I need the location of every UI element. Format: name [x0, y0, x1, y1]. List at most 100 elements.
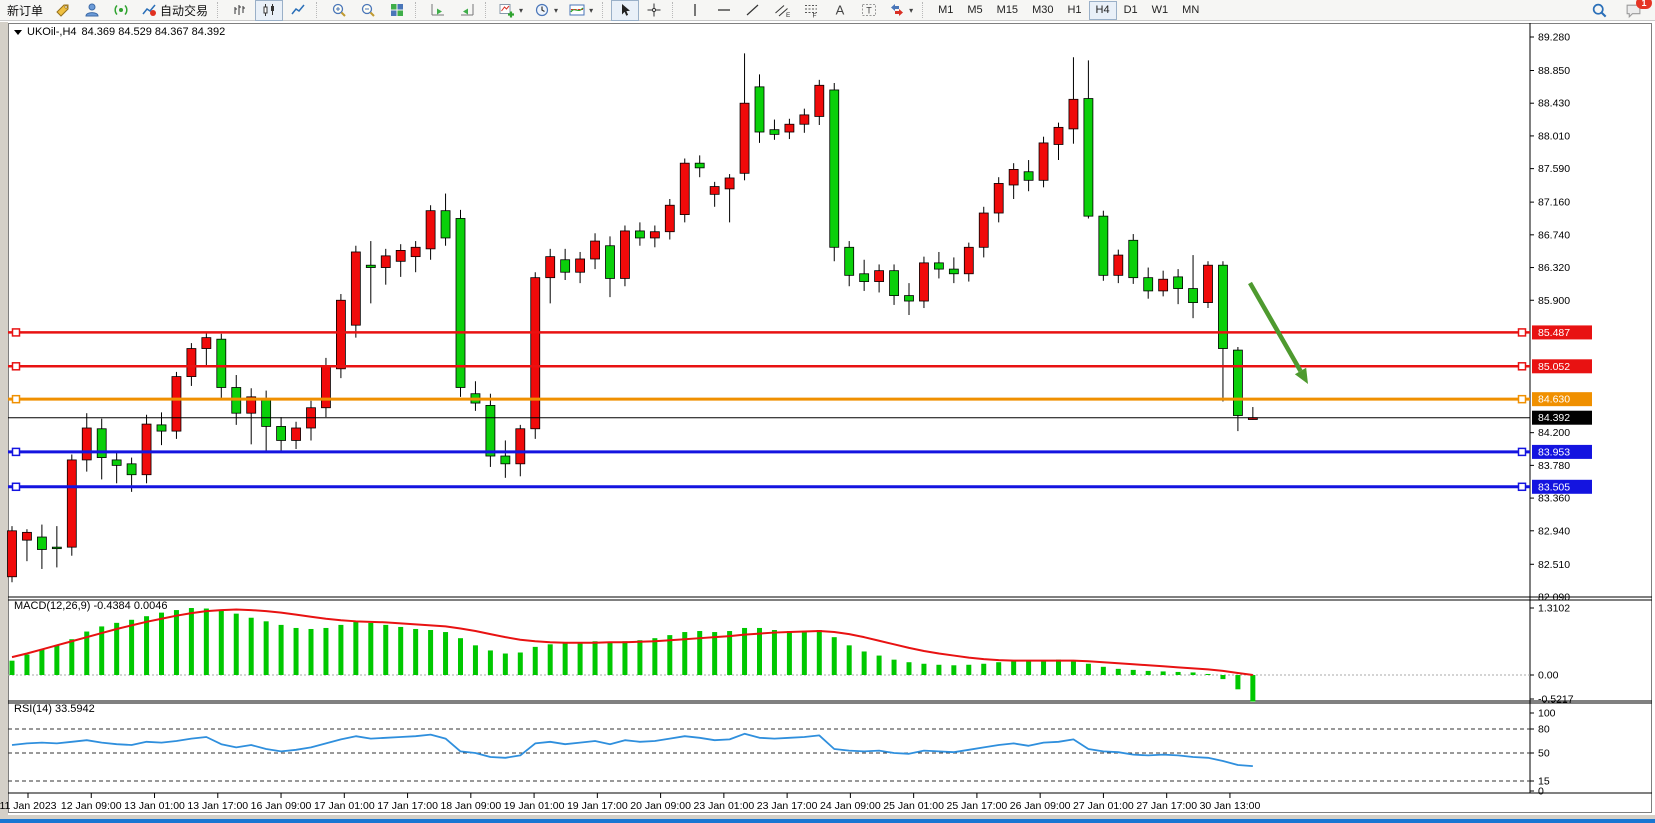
- candle: [202, 338, 211, 349]
- candle: [396, 250, 405, 261]
- candle: [187, 349, 196, 377]
- chart-canvas[interactable]: 89.28088.85088.43088.01087.59087.16086.7…: [0, 0, 1655, 823]
- candle: [860, 274, 869, 282]
- candle: [1218, 265, 1227, 348]
- svg-text:83.505: 83.505: [1538, 481, 1570, 493]
- candle: [1009, 169, 1018, 185]
- hline-anchor[interactable]: [1519, 448, 1526, 455]
- candle: [531, 278, 540, 429]
- svg-text:11 Jan 2023: 11 Jan 2023: [0, 800, 57, 812]
- candle: [501, 456, 510, 464]
- svg-text:86.740: 86.740: [1538, 229, 1570, 241]
- candle: [336, 300, 345, 369]
- svg-text:85.487: 85.487: [1538, 327, 1570, 339]
- candle: [381, 256, 390, 268]
- hline-anchor[interactable]: [1519, 483, 1526, 490]
- hline-anchor[interactable]: [13, 483, 20, 490]
- svg-text:80: 80: [1538, 724, 1550, 736]
- candle: [561, 260, 570, 272]
- candle: [591, 241, 600, 259]
- svg-text:88.010: 88.010: [1538, 130, 1570, 142]
- svg-text:0.00: 0.00: [1538, 670, 1559, 682]
- candle: [486, 405, 495, 456]
- macd-values: -0.4384 0.0046: [93, 600, 167, 612]
- svg-text:25 Jan 17:00: 25 Jan 17:00: [947, 800, 1008, 812]
- candle: [1099, 216, 1108, 275]
- candle: [1069, 99, 1078, 129]
- candle: [665, 205, 674, 231]
- svg-text:26 Jan 09:00: 26 Jan 09:00: [1010, 800, 1071, 812]
- svg-text:86.320: 86.320: [1538, 262, 1570, 274]
- candle: [321, 366, 330, 408]
- svg-text:89.280: 89.280: [1538, 32, 1570, 44]
- svg-text:27 Jan 17:00: 27 Jan 17:00: [1136, 800, 1197, 812]
- svg-text:16 Jan 09:00: 16 Jan 09:00: [251, 800, 312, 812]
- hline-anchor[interactable]: [1519, 363, 1526, 370]
- symbol-period-label: UKOil-,H4: [27, 26, 77, 38]
- candle: [172, 377, 181, 432]
- candle: [8, 531, 17, 577]
- hline-anchor[interactable]: [13, 329, 20, 336]
- window-left-edge: [0, 22, 8, 819]
- svg-text:50: 50: [1538, 748, 1550, 760]
- candle: [755, 87, 764, 132]
- candle: [292, 428, 301, 440]
- svg-text:82.510: 82.510: [1538, 559, 1570, 571]
- hline-anchor[interactable]: [13, 363, 20, 370]
- candle: [1084, 99, 1093, 217]
- candle: [127, 464, 136, 475]
- candle: [725, 178, 734, 189]
- candle: [1174, 277, 1183, 289]
- svg-text:25 Jan 01:00: 25 Jan 01:00: [883, 800, 944, 812]
- candle: [919, 263, 928, 301]
- candle: [949, 269, 958, 274]
- candle: [351, 252, 360, 325]
- metatrader-window: 新订单 自动交易: [0, 0, 1655, 823]
- candle: [785, 124, 794, 132]
- candle: [800, 115, 809, 124]
- svg-text:23 Jan 01:00: 23 Jan 01:00: [694, 800, 755, 812]
- candle: [1129, 240, 1138, 277]
- macd-name: MACD(12,26,9): [14, 600, 90, 612]
- svg-text:24 Jan 09:00: 24 Jan 09:00: [820, 800, 881, 812]
- hline-anchor[interactable]: [13, 448, 20, 455]
- candle: [67, 460, 76, 547]
- rsi-value: 33.5942: [55, 703, 95, 715]
- candle: [1144, 278, 1153, 291]
- hline-anchor[interactable]: [13, 396, 20, 403]
- svg-text:19 Jan 17:00: 19 Jan 17:00: [567, 800, 628, 812]
- candle: [890, 271, 899, 296]
- svg-text:1.3102: 1.3102: [1538, 603, 1570, 615]
- svg-text:84.200: 84.200: [1538, 427, 1570, 439]
- svg-text:20 Jan 09:00: 20 Jan 09:00: [630, 800, 691, 812]
- symbol-dropdown-icon[interactable]: [14, 30, 22, 35]
- svg-text:12 Jan 09:00: 12 Jan 09:00: [61, 800, 122, 812]
- svg-text:13 Jan 17:00: 13 Jan 17:00: [187, 800, 248, 812]
- candle: [426, 211, 435, 249]
- candle: [964, 247, 973, 273]
- candle: [22, 532, 31, 540]
- taskbar-edge: [0, 819, 1655, 823]
- svg-text:17 Jan 17:00: 17 Jan 17:00: [377, 800, 438, 812]
- candle: [740, 103, 749, 173]
- candle: [366, 265, 375, 267]
- candle: [456, 218, 465, 387]
- candle: [934, 263, 943, 269]
- candle: [516, 429, 525, 464]
- candle: [411, 247, 420, 256]
- svg-text:13 Jan 01:00: 13 Jan 01:00: [124, 800, 185, 812]
- candle: [142, 424, 151, 475]
- hline-anchor[interactable]: [1519, 329, 1526, 336]
- candle: [1233, 350, 1242, 415]
- candle: [815, 85, 824, 116]
- candle: [620, 231, 629, 279]
- candle: [1054, 127, 1063, 144]
- svg-text:19 Jan 01:00: 19 Jan 01:00: [504, 800, 565, 812]
- hline-anchor[interactable]: [1519, 396, 1526, 403]
- candle: [1204, 265, 1213, 302]
- candle: [845, 247, 854, 275]
- candle: [680, 163, 689, 214]
- candle: [1159, 279, 1168, 291]
- candle: [1039, 143, 1048, 180]
- svg-text:83.953: 83.953: [1538, 446, 1570, 458]
